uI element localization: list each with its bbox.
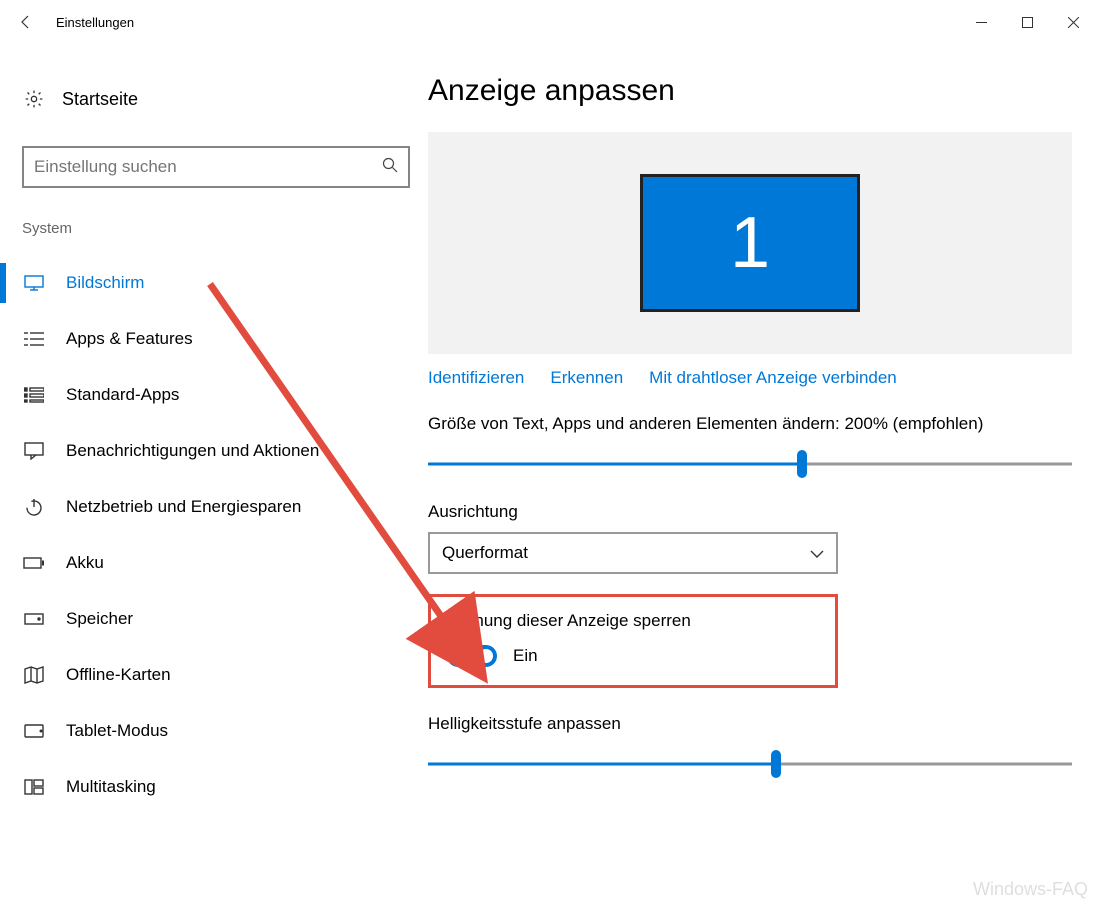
rotation-lock-highlight: Drehung dieser Anzeige sperren Ein <box>428 594 838 688</box>
sidebar-item-battery[interactable]: Akku <box>22 535 410 591</box>
main-content: Anzeige anpassen 1 Identifizieren Erkenn… <box>428 44 1096 906</box>
search-box[interactable] <box>22 146 410 188</box>
orientation-label: Ausrichtung <box>428 502 1072 522</box>
scale-label: Größe von Text, Apps und anderen Element… <box>428 414 1072 434</box>
orientation-value: Querformat <box>442 543 528 563</box>
close-button[interactable] <box>1050 6 1096 38</box>
monitor-icon <box>22 275 46 291</box>
sidebar-item-label: Offline-Karten <box>66 665 171 685</box>
sidebar-item-maps[interactable]: Offline-Karten <box>22 647 410 703</box>
sidebar-item-label: Apps & Features <box>66 329 193 349</box>
sidebar-item-label: Multitasking <box>66 777 156 797</box>
rotation-lock-label: Drehung dieser Anzeige sperren <box>447 611 819 631</box>
slider-thumb[interactable] <box>797 450 807 478</box>
window-controls <box>958 6 1096 38</box>
battery-icon <box>22 557 46 569</box>
rotation-lock-value: Ein <box>513 646 538 666</box>
power-icon <box>22 498 46 516</box>
sidebar-item-label: Akku <box>66 553 104 573</box>
sidebar-item-multitasking[interactable]: Multitasking <box>22 759 410 815</box>
tablet-icon <box>22 724 46 738</box>
maximize-button[interactable] <box>1004 6 1050 38</box>
search-icon <box>382 157 398 178</box>
map-icon <box>22 666 46 684</box>
sidebar-item-label: Standard-Apps <box>66 385 179 405</box>
identify-link[interactable]: Identifizieren <box>428 368 524 388</box>
sidebar-item-label: Benachrichtigungen und Aktionen <box>66 441 319 461</box>
monitor-1[interactable]: 1 <box>640 174 860 312</box>
sidebar-item-label: Netzbetrieb und Energiesparen <box>66 497 301 517</box>
page-title: Anzeige anpassen <box>428 74 1072 108</box>
scale-slider[interactable] <box>428 452 1072 476</box>
sidebar-item-power[interactable]: Netzbetrieb und Energiesparen <box>22 479 410 535</box>
chevron-down-icon <box>810 543 824 563</box>
sidebar: Startseite System Bildschirm Apps & Feat… <box>0 44 428 906</box>
titlebar: Einstellungen <box>0 0 1096 44</box>
sidebar-item-display[interactable]: Bildschirm <box>22 255 410 311</box>
grid-icon <box>22 387 46 403</box>
sidebar-item-default-apps[interactable]: Standard-Apps <box>22 367 410 423</box>
slider-thumb[interactable] <box>771 750 781 778</box>
list-icon <box>22 331 46 347</box>
sidebar-item-apps[interactable]: Apps & Features <box>22 311 410 367</box>
watermark: Windows-FAQ <box>973 879 1088 900</box>
sidebar-item-label: Speicher <box>66 609 133 629</box>
brightness-slider[interactable] <box>428 752 1072 776</box>
wireless-link[interactable]: Mit drahtloser Anzeige verbinden <box>649 368 897 388</box>
sidebar-item-storage[interactable]: Speicher <box>22 591 410 647</box>
sidebar-item-label: Tablet-Modus <box>66 721 168 741</box>
sidebar-item-tablet[interactable]: Tablet-Modus <box>22 703 410 759</box>
window-title: Einstellungen <box>56 15 134 30</box>
chat-icon <box>22 442 46 460</box>
storage-icon <box>22 613 46 625</box>
display-preview[interactable]: 1 <box>428 132 1072 354</box>
gear-icon <box>22 89 46 109</box>
sidebar-item-label: Bildschirm <box>66 273 144 293</box>
orientation-dropdown[interactable]: Querformat <box>428 532 838 574</box>
detect-link[interactable]: Erkennen <box>550 368 623 388</box>
multitask-icon <box>22 779 46 795</box>
home-button[interactable]: Startseite <box>22 74 410 124</box>
back-button[interactable] <box>8 4 44 40</box>
search-input[interactable] <box>34 157 382 177</box>
category-label: System <box>22 220 410 237</box>
brightness-label: Helligkeitsstufe anpassen <box>428 714 1072 734</box>
sidebar-item-notifications[interactable]: Benachrichtigungen und Aktionen <box>22 423 410 479</box>
rotation-lock-toggle[interactable] <box>447 645 497 667</box>
minimize-button[interactable] <box>958 6 1004 38</box>
home-label: Startseite <box>62 89 138 110</box>
